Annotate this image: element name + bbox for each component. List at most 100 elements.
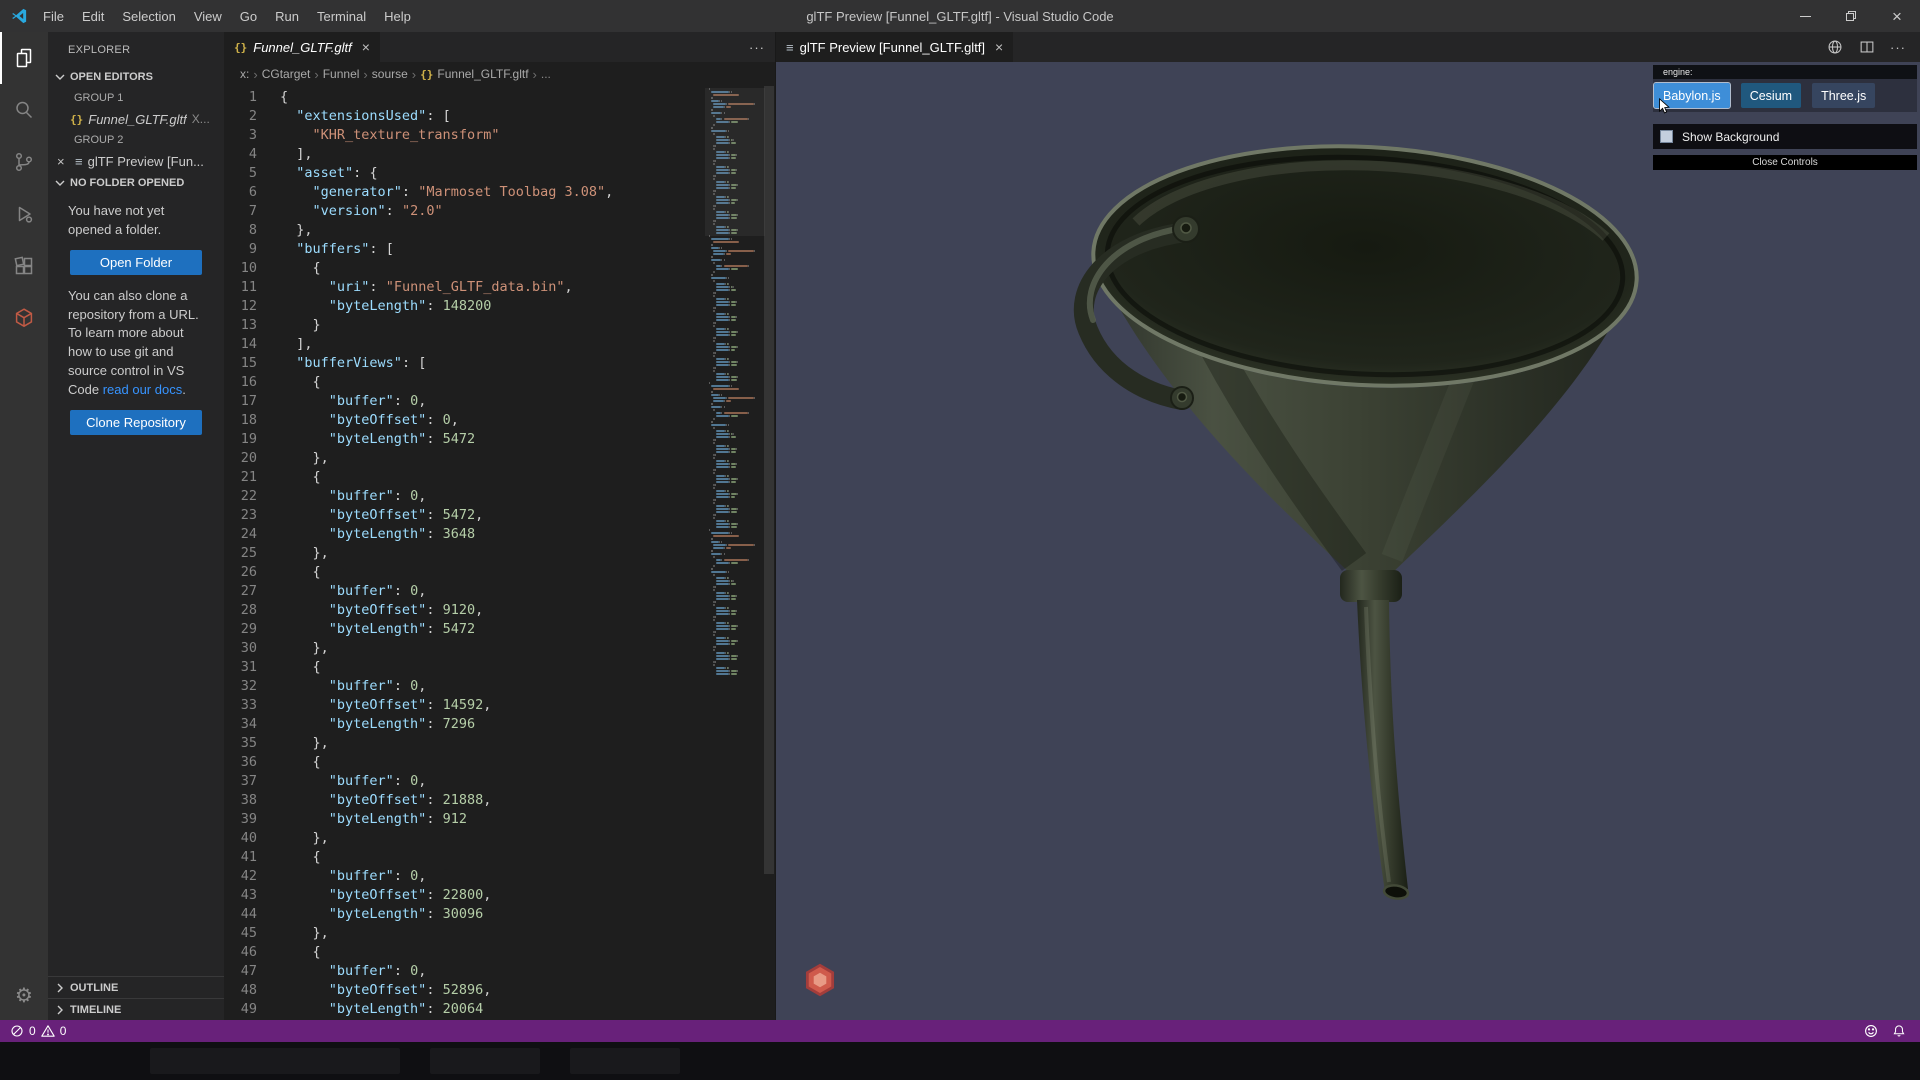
no-folder-header[interactable]: NO FOLDER OPENED (48, 172, 224, 194)
code-line[interactable]: "buffer": 0, (280, 772, 775, 791)
line-number[interactable]: 38 (224, 791, 257, 810)
line-number[interactable]: 43 (224, 886, 257, 905)
code-line[interactable]: }, (280, 221, 775, 240)
code-line[interactable]: "buffer": 0, (280, 677, 775, 696)
line-number[interactable]: 20 (224, 449, 257, 468)
menu-file[interactable]: File (34, 0, 73, 32)
code-line[interactable]: { (280, 563, 775, 582)
line-number[interactable]: 25 (224, 544, 257, 563)
code-line[interactable]: "asset": { (280, 164, 775, 183)
code-line[interactable]: { (280, 658, 775, 677)
activitybar-search[interactable] (0, 84, 48, 136)
breadcrumb-item[interactable]: sourse (372, 67, 408, 81)
line-number[interactable]: 18 (224, 411, 257, 430)
line-number[interactable]: 17 (224, 392, 257, 411)
code-line[interactable]: ], (280, 145, 775, 164)
breadcrumb-item[interactable]: x: (240, 67, 249, 81)
code-line[interactable]: "buffer": 0, (280, 487, 775, 506)
line-number[interactable]: 21 (224, 468, 257, 487)
scrollbar-thumb[interactable] (764, 86, 774, 874)
code-line[interactable]: "buffer": 0, (280, 867, 775, 886)
open-editors-header[interactable]: OPEN EDITORS (48, 66, 224, 88)
code-line[interactable]: { (280, 943, 775, 962)
line-number[interactable]: 4 (224, 145, 257, 164)
line-number[interactable]: 3 (224, 126, 257, 145)
code-line[interactable]: }, (280, 829, 775, 848)
line-number[interactable]: 40 (224, 829, 257, 848)
line-number[interactable]: 47 (224, 962, 257, 981)
menu-edit[interactable]: Edit (73, 0, 113, 32)
line-number[interactable]: 10 (224, 259, 257, 278)
activitybar-extensions[interactable] (0, 240, 48, 292)
clone-repository-button[interactable]: Clone Repository (70, 409, 202, 435)
breadcrumb[interactable]: x: › CGtarget › Funnel › sourse ›{} Funnel_GLTF.… (224, 62, 775, 86)
line-number[interactable]: 13 (224, 316, 257, 335)
code-line[interactable]: "byteLength": 5472 (280, 620, 775, 639)
line-number[interactable]: 16 (224, 373, 257, 392)
engine-button-cesium[interactable]: Cesium (1740, 83, 1802, 108)
line-number[interactable]: 46 (224, 943, 257, 962)
code-line[interactable]: } (280, 316, 775, 335)
line-number[interactable]: 7 (224, 202, 257, 221)
code-line[interactable]: }, (280, 924, 775, 943)
editor-scrollbar[interactable] (763, 86, 775, 1020)
open-editor-item-funnel-gltf[interactable]: {} Funnel_GLTF.gltf X... (48, 108, 224, 130)
line-number[interactable]: 23 (224, 506, 257, 525)
code-line[interactable]: "byteLength": 148200 (280, 297, 775, 316)
split-editor-icon[interactable] (1858, 38, 1876, 56)
code-line[interactable]: "bufferViews": [ (280, 354, 775, 373)
line-numbers[interactable]: 1 2 3 4 5 6 7 8 9 10 11 12 13 14 15 16 17 18 19 20 21 22 23 24 2… (224, 88, 280, 1020)
read-our-docs-link[interactable]: read our docs (103, 382, 183, 397)
breadcrumb-item[interactable]: ... (541, 67, 551, 81)
code-line[interactable]: "byteOffset": 14592, (280, 696, 775, 715)
line-number[interactable]: 8 (224, 221, 257, 240)
line-number[interactable]: 41 (224, 848, 257, 867)
line-number[interactable]: 33 (224, 696, 257, 715)
code-line[interactable]: "byteLength": 7296 (280, 715, 775, 734)
code-line[interactable]: "uri": "Funnel_GLTF_data.bin", (280, 278, 775, 297)
menu-terminal[interactable]: Terminal (308, 0, 375, 32)
tab-funnel-gltf[interactable]: {} Funnel_GLTF.gltf × (224, 32, 380, 62)
timeline-header[interactable]: TIMELINE (48, 998, 224, 1020)
breadcrumb-file[interactable]: {} Funnel_GLTF.gltf (420, 67, 528, 81)
gltf-preview-canvas[interactable]: engine: Babylon.js Cesium Three.js Show Ba… (776, 62, 1920, 1020)
show-background-checkbox[interactable] (1660, 130, 1673, 143)
menu-help[interactable]: Help (375, 0, 420, 32)
line-number[interactable]: 44 (224, 905, 257, 924)
line-number[interactable]: 34 (224, 715, 257, 734)
line-number[interactable]: 45 (224, 924, 257, 943)
line-number[interactable]: 48 (224, 981, 257, 1000)
restore-button[interactable] (1828, 0, 1874, 32)
code-line[interactable]: "buffers": [ (280, 240, 775, 259)
line-number[interactable]: 30 (224, 639, 257, 658)
code-line[interactable]: }, (280, 544, 775, 563)
menu-go[interactable]: Go (231, 0, 266, 32)
notifications-bell-icon[interactable] (1892, 1024, 1906, 1038)
line-number[interactable]: 22 (224, 487, 257, 506)
outline-header[interactable]: OUTLINE (48, 976, 224, 998)
line-number[interactable]: 14 (224, 335, 257, 354)
code-line[interactable]: "byteOffset": 22800, (280, 886, 775, 905)
breadcrumb-item[interactable]: CGtarget (262, 67, 311, 81)
line-number[interactable]: 31 (224, 658, 257, 677)
line-number[interactable]: 11 (224, 278, 257, 297)
minimize-button[interactable] (1782, 0, 1828, 32)
code-line[interactable]: "byteOffset": 21888, (280, 791, 775, 810)
code-line[interactable]: { (280, 753, 775, 772)
line-number[interactable]: 19 (224, 430, 257, 449)
windows-taskbar[interactable] (0, 1042, 1920, 1080)
line-number[interactable]: 26 (224, 563, 257, 582)
code-content[interactable]: { "extensionsUsed": [ "KHR_texture_trans… (280, 88, 775, 1020)
minimap[interactable] (705, 88, 765, 1020)
line-number[interactable]: 49 (224, 1000, 257, 1019)
code-line[interactable]: }, (280, 639, 775, 658)
line-number[interactable]: 29 (224, 620, 257, 639)
show-background-row[interactable]: Show Background (1653, 124, 1917, 149)
code-line[interactable]: ], (280, 335, 775, 354)
menu-selection[interactable]: Selection (113, 0, 184, 32)
code-line[interactable]: "generator": "Marmoset Toolbag 3.08", (280, 183, 775, 202)
activitybar-gltf-tools[interactable] (0, 292, 48, 344)
code-line[interactable]: "byteOffset": 0, (280, 411, 775, 430)
manage-gear-button[interactable]: ⚙ (0, 972, 48, 1018)
line-number[interactable]: 35 (224, 734, 257, 753)
